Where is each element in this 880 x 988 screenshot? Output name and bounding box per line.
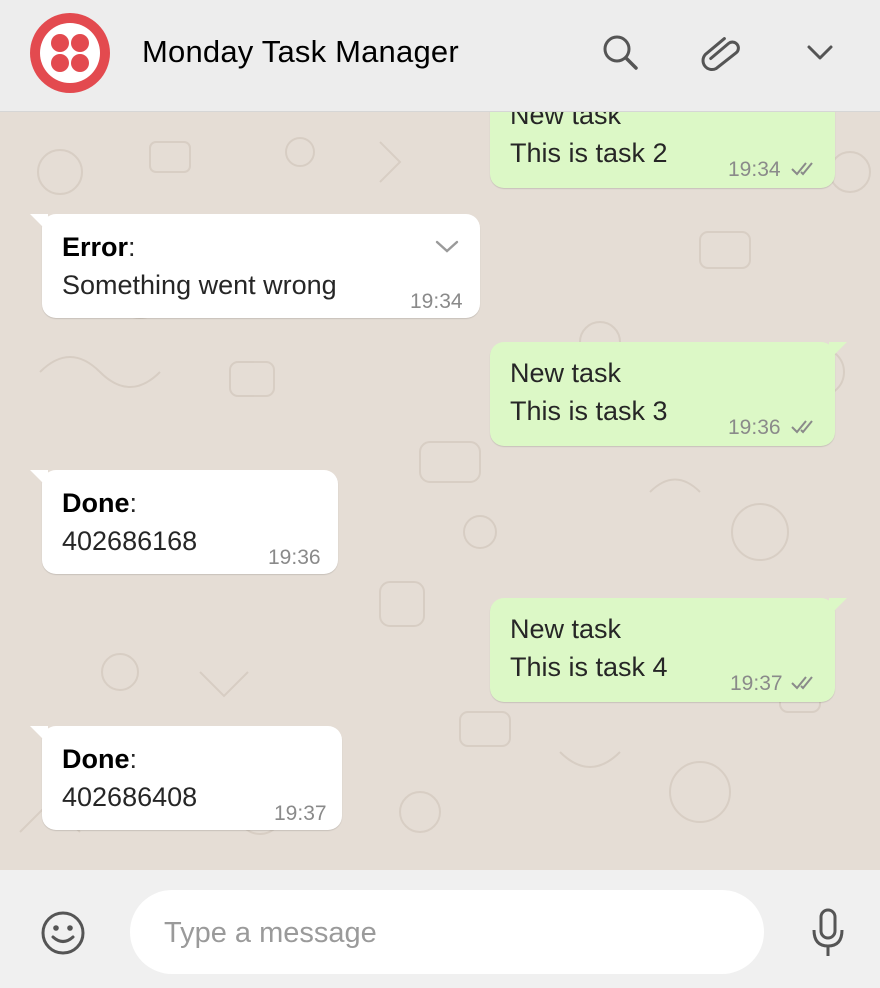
chevron-down-icon[interactable] [434,238,460,256]
message-input[interactable] [162,908,726,958]
message-text: This is task 3 [510,396,668,426]
chevron-down-icon[interactable] [798,30,842,74]
message-label: Done [62,744,130,774]
message-title: New task [510,614,622,644]
message-time: 19:36 [268,546,321,569]
message-time: 19:34 [728,158,781,181]
bubble-tail [829,342,847,360]
bubble-tail [30,470,48,488]
double-check-icon [791,420,813,434]
message-text: This is task 2 [510,138,668,168]
twilio-logo-icon [40,23,100,83]
message-time: 19:37 [274,802,327,825]
message-time: 19:36 [728,416,781,439]
message-time: 19:34 [410,290,463,313]
composer-bar [0,870,880,988]
message-text: This is task 4 [510,652,668,682]
message-text: 402686168 [62,526,198,556]
message-label: Done [62,488,130,518]
chat-header: Monday Task Manager [0,0,880,112]
double-check-icon [791,162,813,176]
message-input-wrapper [130,890,764,974]
emoji-icon[interactable] [38,908,88,958]
bubble-tail [829,598,847,616]
bubble-tail [30,214,48,232]
double-check-icon [791,676,813,690]
message-outgoing[interactable]: New task This is task 2 19:34 [490,112,835,188]
paperclip-icon[interactable] [698,30,742,74]
message-outgoing[interactable]: New task This is task 4 19:37 [490,598,847,702]
message-incoming[interactable]: Done: 402686408 19:37 [30,726,342,830]
message-outgoing[interactable]: New task This is task 3 19:36 [490,342,847,446]
avatar[interactable] [30,13,110,93]
message-text: Something went wrong [62,270,337,300]
microphone-icon[interactable] [806,906,850,960]
message-label: Error [62,232,129,262]
message-text: 402686408 [62,782,198,812]
search-icon[interactable] [598,30,642,74]
message-incoming[interactable]: Done: 402686168 19:36 [30,470,338,574]
message-title: New task [510,112,622,130]
bubble-tail [30,726,48,744]
message-incoming[interactable]: Error: Something went wrong 19:34 [30,214,480,318]
chat-title[interactable]: Monday Task Manager [142,34,459,70]
chat-area[interactable]: New task This is task 2 19:34 Error: Som… [0,112,880,870]
message-time: 19:37 [730,672,783,695]
message-title: New task [510,358,622,388]
